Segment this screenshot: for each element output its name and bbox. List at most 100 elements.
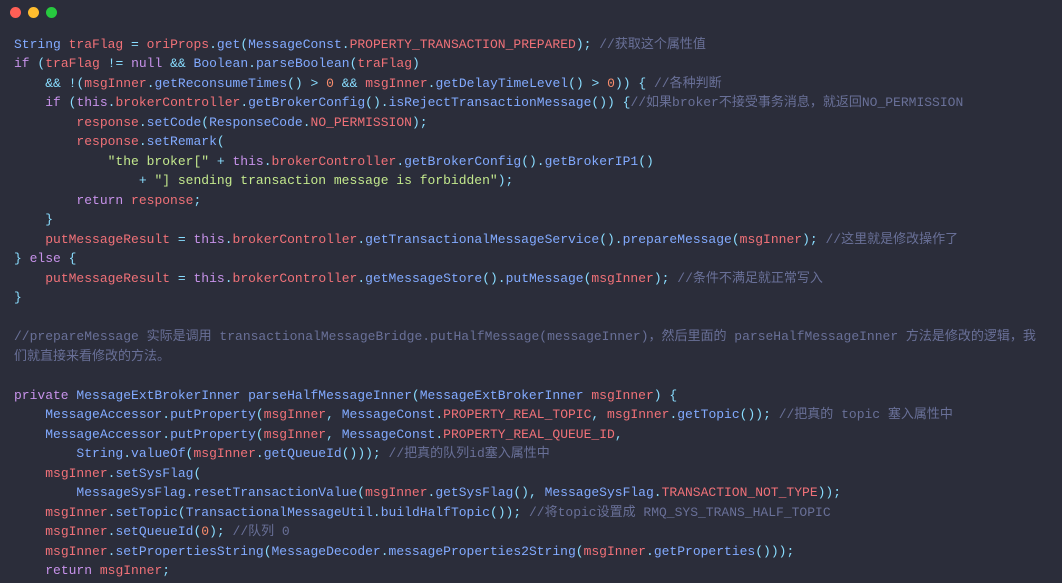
code-line[interactable]: return msgInner; — [14, 561, 1048, 581]
code-line[interactable] — [14, 308, 1048, 328]
code-token: this — [193, 271, 224, 286]
minimize-icon[interactable] — [28, 7, 39, 18]
code-token: brokerController — [272, 154, 397, 169]
code-token: PROPERTY_REAL_QUEUE_ID — [443, 427, 615, 442]
code-token — [615, 95, 623, 110]
code-token: && — [45, 76, 61, 91]
code-token — [170, 271, 178, 286]
code-token: . — [303, 115, 311, 130]
code-token: msgInner — [591, 388, 653, 403]
code-token: . — [646, 544, 654, 559]
code-token: . — [248, 56, 256, 71]
code-token — [14, 544, 45, 559]
code-line[interactable]: MessageAccessor.putProperty(msgInner, Me… — [14, 405, 1048, 425]
code-token: ) — [654, 388, 662, 403]
code-line[interactable]: "the broker[" + this.brokerController.ge… — [14, 152, 1048, 172]
maximize-icon[interactable] — [46, 7, 57, 18]
code-line[interactable] — [14, 366, 1048, 386]
code-token: //将topic设置成 RMQ_SYS_TRANS_HALF_TOPIC — [529, 505, 831, 520]
code-token: + — [139, 173, 147, 188]
code-token: msgInner — [584, 544, 646, 559]
code-token: . — [435, 407, 443, 422]
code-token: msgInner — [264, 407, 326, 422]
code-line[interactable]: msgInner.setSysFlag( — [14, 464, 1048, 484]
code-token: if — [14, 56, 30, 71]
code-line[interactable]: if (this.brokerController.getBrokerConfi… — [14, 93, 1048, 113]
code-token: putMessage — [506, 271, 584, 286]
code-token: + — [217, 154, 225, 169]
code-line[interactable]: } else { — [14, 249, 1048, 269]
code-token: . — [357, 232, 365, 247]
code-token: msgInner — [365, 76, 427, 91]
code-line[interactable]: if (traFlag != null && Boolean.parseBool… — [14, 54, 1048, 74]
code-token: MessageConst — [342, 407, 436, 422]
code-token: (). — [365, 95, 388, 110]
code-token — [14, 427, 45, 442]
code-token: putProperty — [170, 407, 256, 422]
code-token: ( — [217, 134, 225, 149]
code-line[interactable]: msgInner.setQueueId(0); //队列 0 — [14, 522, 1048, 542]
code-line[interactable]: //prepareMessage 实际是调用 transactionalMess… — [14, 327, 1048, 366]
code-line[interactable]: } — [14, 210, 1048, 230]
code-token — [225, 524, 233, 539]
code-token — [61, 76, 69, 91]
code-line[interactable]: return response; — [14, 191, 1048, 211]
code-token: . — [225, 271, 233, 286]
code-token: . — [240, 95, 248, 110]
code-token: oriProps — [147, 37, 209, 52]
code-token — [646, 76, 654, 91]
code-line[interactable]: && !(msgInner.getReconsumeTimes() > 0 &&… — [14, 74, 1048, 94]
code-line[interactable]: response.setRemark( — [14, 132, 1048, 152]
code-line[interactable]: + "] sending transaction message is forb… — [14, 171, 1048, 191]
code-line[interactable]: response.setCode(ResponseCode.NO_PERMISS… — [14, 113, 1048, 133]
code-line[interactable]: MessageAccessor.putProperty(msgInner, Me… — [14, 425, 1048, 445]
close-icon[interactable] — [10, 7, 21, 18]
code-token: } — [14, 290, 22, 305]
code-token — [14, 505, 45, 520]
code-line[interactable]: String traFlag = oriProps.get(MessageCon… — [14, 35, 1048, 55]
code-token: . — [264, 154, 272, 169]
code-token: ( — [732, 232, 740, 247]
code-token: ( — [240, 37, 248, 52]
code-token: setRemark — [147, 134, 217, 149]
code-line[interactable]: MessageSysFlag.resetTransactionValue(msg… — [14, 483, 1048, 503]
code-token: ())); — [755, 544, 794, 559]
code-token: 0 — [326, 76, 334, 91]
code-token: ()); — [740, 407, 771, 422]
code-line[interactable]: } — [14, 288, 1048, 308]
code-token: = — [178, 271, 186, 286]
code-token: parseHalfMessageInner — [248, 388, 412, 403]
code-token: . — [162, 427, 170, 442]
code-token: ( — [193, 466, 201, 481]
code-token: . — [357, 271, 365, 286]
code-token: return — [45, 563, 92, 578]
code-token — [584, 76, 592, 91]
code-token: MessageConst — [248, 37, 342, 52]
code-line[interactable]: msgInner.setPropertiesString(MessageDeco… — [14, 542, 1048, 562]
code-line[interactable]: putMessageResult = this.brokerController… — [14, 230, 1048, 250]
code-token: valueOf — [131, 446, 186, 461]
code-token: . — [209, 37, 217, 52]
code-token: ())); — [342, 446, 381, 461]
code-token: this — [76, 95, 107, 110]
code-token: msgInner — [45, 524, 107, 539]
code-token: . — [654, 485, 662, 500]
code-token — [240, 388, 248, 403]
code-editor[interactable]: String traFlag = oriProps.get(MessageCon… — [0, 25, 1062, 583]
code-line[interactable]: msgInner.setTopic(TransactionalMessageUt… — [14, 503, 1048, 523]
code-token: } — [45, 212, 53, 227]
code-token: msgInner — [84, 76, 146, 91]
code-token: msgInner — [45, 466, 107, 481]
code-token: if — [45, 95, 61, 110]
code-token: else — [30, 251, 61, 266]
code-token — [100, 56, 108, 71]
code-token: null — [131, 56, 162, 71]
code-token: msgInner — [45, 544, 107, 559]
code-line[interactable]: String.valueOf(msgInner.getQueueId())); … — [14, 444, 1048, 464]
code-token — [14, 212, 45, 227]
code-token — [14, 115, 76, 130]
code-token: ( — [178, 505, 186, 520]
code-token: msgInner — [193, 446, 255, 461]
code-line[interactable]: putMessageResult = this.brokerController… — [14, 269, 1048, 289]
code-line[interactable]: private MessageExtBrokerInner parseHalfM… — [14, 386, 1048, 406]
